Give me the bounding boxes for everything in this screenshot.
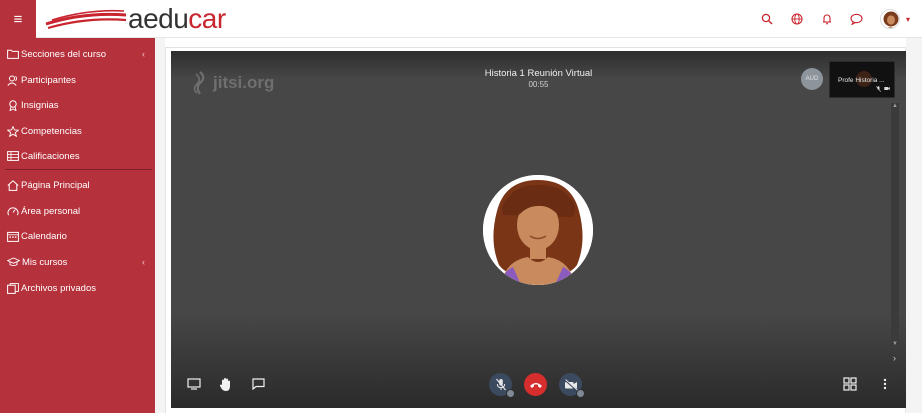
chat-icon [251, 378, 265, 390]
sidebar-item-participants[interactable]: Participantes [7, 72, 76, 88]
thumbnail-status-icons [876, 86, 890, 94]
files-icon [7, 282, 19, 294]
dominant-speaker-avatar [483, 175, 593, 285]
participant-thumbnail[interactable]: Profe Historia ... [829, 61, 895, 98]
badge-icon [9, 99, 17, 111]
toolbar-left [187, 377, 265, 391]
sidebar-divider [5, 169, 152, 170]
more-vertical-icon [883, 378, 887, 390]
microphone-options-icon[interactable] [506, 389, 515, 398]
thumbnail-name: Profe Historia ... [838, 77, 885, 84]
mic-muted-icon [876, 86, 881, 94]
sidebar-item-label: Insignias [21, 99, 59, 111]
toolbar-right [843, 377, 892, 391]
microphone-muted-icon [495, 378, 506, 391]
sidebar-item-label: Calificaciones [21, 150, 80, 162]
screen-share-icon [187, 378, 201, 390]
logo-text: aeducar [128, 3, 226, 34]
sidebar-item-badges[interactable]: Insignias [7, 97, 59, 113]
raise-hand-icon [219, 377, 230, 391]
sidebar-item-label: Área personal [21, 205, 81, 217]
dashboard-icon [7, 206, 19, 215]
sidebar-item-label: Secciones del curso [21, 48, 107, 60]
sidebar-item-label: Competencias [21, 125, 82, 137]
chevron-left-icon[interactable]: ‹ [142, 49, 145, 59]
users-icon [7, 75, 17, 86]
screen-share-button[interactable] [187, 377, 201, 391]
language-globe-icon[interactable] [790, 12, 804, 26]
sidebar-item-course-sections[interactable]: Secciones del curso ‹ [7, 46, 155, 62]
sidebar-item-label: Calendario [21, 230, 67, 242]
hamburger-icon: ≡ [13, 10, 23, 28]
content-header-band [165, 38, 906, 48]
sidebar-item-label: Archivos privados [21, 282, 96, 294]
sidebar-item-private-files[interactable]: Archivos privados [7, 280, 96, 296]
sidebar-item-label: Mis cursos [22, 256, 68, 268]
tile-view-button[interactable] [843, 377, 857, 391]
sidebar-item-label: Página Principal [21, 179, 90, 191]
graduation-cap-icon [7, 257, 20, 267]
scroll-down-arrow-icon[interactable]: ▼ [891, 341, 899, 347]
sidebar-item-dashboard[interactable]: Área personal [7, 203, 80, 219]
filmstrip-scrollbar[interactable] [891, 103, 899, 346]
home-icon [7, 179, 19, 191]
audio-participant-badge[interactable]: AUD [801, 68, 823, 90]
sidebar-item-grades[interactable]: Calificaciones [7, 148, 80, 164]
meeting-timer: 00:55 [528, 80, 549, 89]
user-menu-caret-icon[interactable]: ▾ [906, 15, 910, 24]
search-icon[interactable] [760, 12, 774, 26]
top-icons: ▾ [760, 0, 910, 38]
sidebar-item-home[interactable]: Página Principal [7, 177, 90, 193]
meeting-title: Historia 1 Reunión Virtual [484, 68, 593, 79]
toolbar-center [489, 373, 585, 398]
folder-icon [7, 49, 19, 59]
tile-view-icon [843, 377, 857, 391]
sidebar-item-competencies[interactable]: Competencias [7, 123, 82, 139]
sidebar: Secciones del curso ‹ Participantes Insi… [0, 38, 155, 413]
camera-muted-icon [884, 86, 890, 94]
sidebar-item-my-courses[interactable]: Mis cursos ‹ [7, 254, 155, 270]
sidebar-item-calendar[interactable]: Calendario [7, 228, 67, 244]
scroll-up-arrow-icon[interactable]: ▲ [891, 103, 899, 109]
calendar-icon [7, 231, 19, 242]
hang-up-button[interactable] [524, 373, 547, 396]
star-icon [7, 125, 19, 137]
jitsi-meeting-frame[interactable]: jitsi.org Historia 1 Reunión Virtual 00:… [171, 51, 906, 408]
toggle-filmstrip-chevron-icon[interactable]: › [893, 353, 896, 363]
more-options-button[interactable] [878, 377, 892, 391]
site-logo[interactable]: aeducar [44, 3, 226, 35]
hang-up-icon [529, 382, 542, 388]
messages-chat-icon[interactable] [850, 12, 864, 26]
microphone-toggle-button[interactable] [489, 373, 515, 398]
logo-swoosh-icon [45, 9, 127, 30]
camera-toggle-button[interactable] [559, 373, 585, 398]
menu-toggle-button[interactable]: ≡ [0, 0, 36, 38]
camera-muted-icon [563, 378, 578, 391]
raise-hand-button[interactable] [219, 377, 233, 391]
notifications-bell-icon[interactable] [820, 12, 834, 26]
camera-options-icon[interactable] [576, 389, 585, 398]
chat-button[interactable] [251, 377, 265, 391]
sidebar-item-label: Participantes [21, 74, 76, 86]
top-navbar: ≡ aeducar ▾ [0, 0, 922, 38]
table-icon [7, 151, 19, 161]
user-avatar[interactable] [879, 9, 900, 29]
chevron-left-icon[interactable]: ‹ [142, 257, 145, 267]
